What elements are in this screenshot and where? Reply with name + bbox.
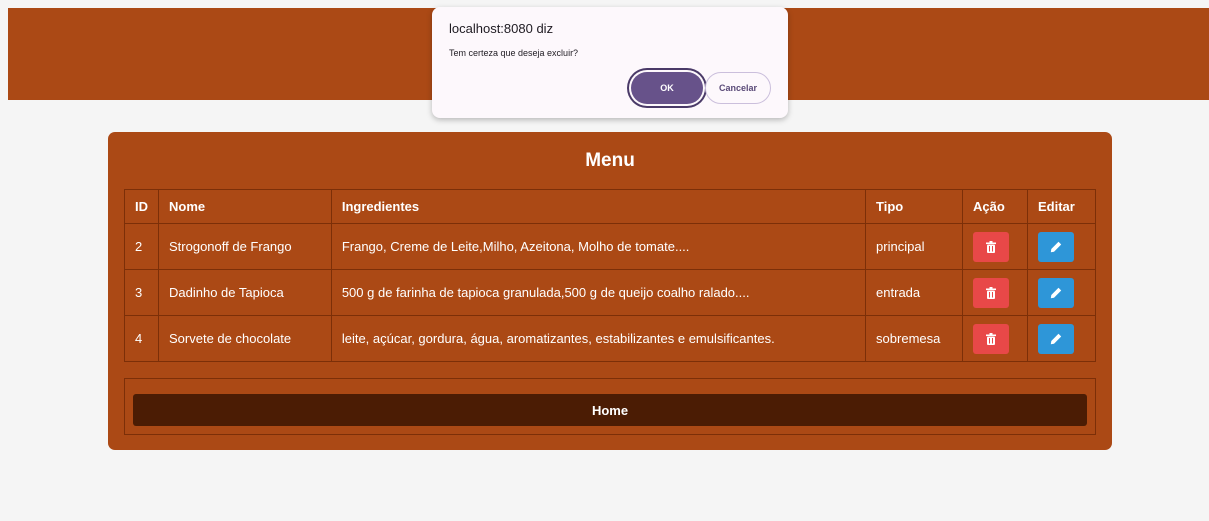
pencil-icon: [1050, 333, 1062, 344]
column-header-nome: Nome: [158, 189, 332, 224]
cell-ingredientes: leite, açúcar, gordura, água, aromatizan…: [330, 315, 867, 362]
home-section: Home: [124, 378, 1096, 435]
cell-id: 2: [124, 223, 159, 270]
menu-title: Menu: [585, 150, 635, 171]
column-header-ingredientes: Ingredientes: [330, 189, 867, 224]
cell-nome: Dadinho de Tapioca: [158, 269, 332, 316]
cell-editar: [1027, 269, 1096, 316]
dialog-message: Tem certeza que deseja excluir?: [449, 48, 579, 58]
cell-id: 4: [124, 315, 159, 362]
column-header-editar: Editar: [1027, 189, 1096, 224]
pencil-icon: [1050, 241, 1062, 252]
trash-icon: [986, 332, 997, 345]
cancel-button[interactable]: Cancelar: [705, 72, 771, 104]
cell-tipo: principal: [865, 223, 964, 270]
cell-editar: [1027, 315, 1096, 362]
trash-icon: [986, 286, 997, 299]
cell-tipo: sobremesa: [865, 315, 964, 362]
ok-button[interactable]: OK: [631, 72, 703, 104]
cell-acao: [962, 269, 1028, 316]
delete-button[interactable]: [973, 323, 1010, 354]
trash-icon: [986, 240, 997, 253]
dialog-title: localhost:8080 diz: [449, 21, 554, 36]
cell-ingredientes: Frango, Creme de Leite,Milho, Azeitona, …: [330, 223, 867, 270]
cell-editar: [1027, 223, 1096, 270]
table-row: 4 Sorvete de chocolate leite, açúcar, go…: [124, 315, 1096, 362]
table-header-row: ID Nome Ingredientes Tipo Ação Editar: [124, 189, 1096, 224]
delete-button[interactable]: [973, 277, 1010, 308]
column-header-tipo: Tipo: [865, 189, 964, 224]
cell-ingredientes: 500 g de farinha de tapioca granulada,50…: [330, 269, 867, 316]
home-button[interactable]: Home: [133, 394, 1087, 426]
cell-acao: [962, 223, 1028, 270]
edit-button[interactable]: [1038, 231, 1074, 262]
delete-button[interactable]: [973, 231, 1010, 262]
edit-button[interactable]: [1038, 277, 1074, 308]
table-row: 3 Dadinho de Tapioca 500 g de farinha de…: [124, 269, 1096, 316]
column-header-id: ID: [124, 189, 159, 224]
pencil-icon: [1050, 287, 1062, 298]
edit-button[interactable]: [1038, 323, 1074, 354]
table-row: 2 Strogonoff de Frango Frango, Creme de …: [124, 223, 1096, 270]
cell-id: 3: [124, 269, 159, 316]
page: Menu ID Nome Ingredientes Tipo Ação Edit…: [0, 0, 1209, 521]
confirm-dialog: localhost:8080 diz Tem certeza que desej…: [432, 7, 788, 118]
menu-card: Menu ID Nome Ingredientes Tipo Ação Edit…: [108, 132, 1112, 450]
cell-nome: Sorvete de chocolate: [158, 315, 332, 362]
cell-tipo: entrada: [865, 269, 964, 316]
menu-table: ID Nome Ingredientes Tipo Ação Editar 2 …: [124, 189, 1096, 362]
cell-acao: [962, 315, 1028, 362]
cell-nome: Strogonoff de Frango: [158, 223, 332, 270]
column-header-acao: Ação: [962, 189, 1028, 224]
